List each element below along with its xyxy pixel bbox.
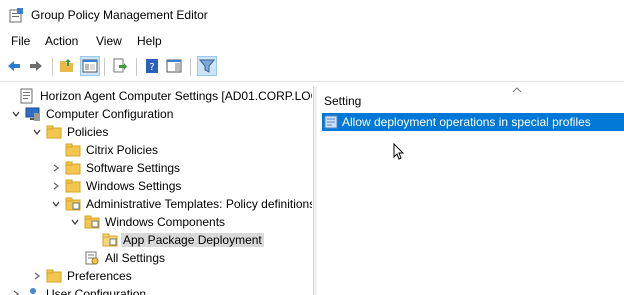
chevron-right-icon[interactable] (32, 271, 42, 281)
show-hide-tree-button[interactable] (80, 56, 100, 76)
tree-node-label: Software Settings (86, 161, 181, 175)
up-folder-icon (60, 59, 73, 72)
folder-policy-icon (65, 196, 81, 212)
folder-icon (46, 268, 62, 284)
export-list-button[interactable] (110, 56, 130, 76)
gpo-doc-icon (19, 88, 35, 104)
toolbar-separator (136, 58, 137, 76)
menu-view[interactable]: View (96, 34, 122, 48)
menu-file[interactable]: File (11, 34, 30, 48)
help-button[interactable]: ? (142, 56, 162, 76)
tree-node[interactable]: Software Settings (51, 159, 182, 177)
folder-policy-open-icon (102, 232, 118, 248)
tree-node-label: All Settings (105, 251, 166, 265)
user-icon (25, 286, 41, 295)
tree-node[interactable]: Citrix Policies (51, 141, 160, 159)
list-item[interactable]: Allow deployment operations in special p… (322, 113, 624, 131)
chevron-right-icon[interactable] (51, 181, 61, 191)
forward-arrow-icon (30, 61, 42, 71)
chevron-down-icon[interactable] (11, 109, 21, 119)
column-header-setting[interactable]: Setting (324, 94, 361, 108)
toolbar: ? (0, 54, 624, 82)
folder-icon (65, 178, 81, 194)
tree-node[interactable]: Windows Components (70, 213, 227, 231)
tree-node-label: Citrix Policies (86, 143, 159, 157)
menu-bar: File Action View Help (0, 32, 624, 52)
console-tree[interactable]: Horizon Agent Computer Settings [AD01.CO… (0, 86, 312, 295)
tree-node-label: App Package Deployment (121, 233, 264, 247)
show-pane-button[interactable] (164, 56, 184, 76)
list-item-label: Allow deployment operations in special p… (342, 115, 591, 129)
tree-node[interactable]: App Package Deployment (88, 231, 264, 249)
all-settings-icon (84, 250, 100, 266)
toolbar-separator (104, 58, 105, 76)
back-arrow-icon (8, 61, 20, 71)
show-hide-tree-icon (82, 59, 98, 73)
svg-text:?: ? (149, 62, 154, 73)
tree-node[interactable]: Horizon Agent Computer Settings [AD01.CO… (5, 87, 312, 105)
tree-node-label: Preferences (67, 269, 132, 283)
computer-icon (25, 106, 41, 122)
export-list-icon (113, 58, 127, 73)
policy-setting-icon (324, 115, 338, 129)
folder-icon (46, 124, 62, 140)
tree-node-label: Computer Configuration (46, 107, 174, 121)
settings-list[interactable]: Setting Allow deployment operations in s… (317, 86, 624, 295)
tree-node-label: Windows Settings (86, 179, 182, 193)
menu-action[interactable]: Action (45, 34, 78, 48)
chevron-right-icon[interactable] (11, 289, 21, 295)
tree-node[interactable]: Administrative Templates: Policy definit… (51, 195, 312, 213)
tree-node-label: Administrative Templates: Policy definit… (86, 197, 312, 211)
tree-node[interactable]: User Configuration (11, 285, 148, 295)
toolbar-separator (190, 58, 191, 76)
menu-help[interactable]: Help (137, 34, 162, 48)
mouse-pointer-icon (393, 143, 405, 160)
tree-node-label: Horizon Agent Computer Settings [AD01.CO… (40, 89, 312, 103)
window-title: Group Policy Management Editor (31, 8, 208, 22)
chevron-down-icon[interactable] (70, 217, 80, 227)
tree-node[interactable]: Computer Configuration (11, 105, 175, 123)
toolbar-separator (52, 58, 53, 76)
folder-policy-icon (84, 214, 100, 230)
help-icon: ? (146, 59, 158, 73)
tree-node-label: Policies (67, 125, 109, 139)
back-button[interactable] (4, 56, 24, 76)
up-one-level-button[interactable] (57, 56, 77, 76)
tree-node[interactable]: Windows Settings (51, 177, 183, 195)
tree-node-label: Windows Components (105, 215, 226, 229)
tree-node[interactable]: Policies (32, 123, 110, 141)
sort-ascending-icon (512, 87, 522, 93)
tree-node-label: User Configuration (46, 287, 147, 295)
chevron-down-icon[interactable] (32, 127, 42, 137)
title-bar: Group Policy Management Editor (0, 0, 624, 32)
show-pane-icon (166, 59, 182, 73)
chevron-right-icon[interactable] (51, 163, 61, 173)
folder-icon (65, 142, 81, 158)
chevron-down-icon[interactable] (51, 199, 61, 209)
tree-node[interactable]: Preferences (32, 267, 134, 285)
tree-node[interactable]: All Settings (70, 249, 167, 267)
gpme-app-icon (9, 8, 23, 23)
filter-button[interactable] (197, 56, 217, 76)
filter-icon (199, 59, 215, 73)
folder-icon (65, 160, 81, 176)
forward-button[interactable] (26, 56, 46, 76)
